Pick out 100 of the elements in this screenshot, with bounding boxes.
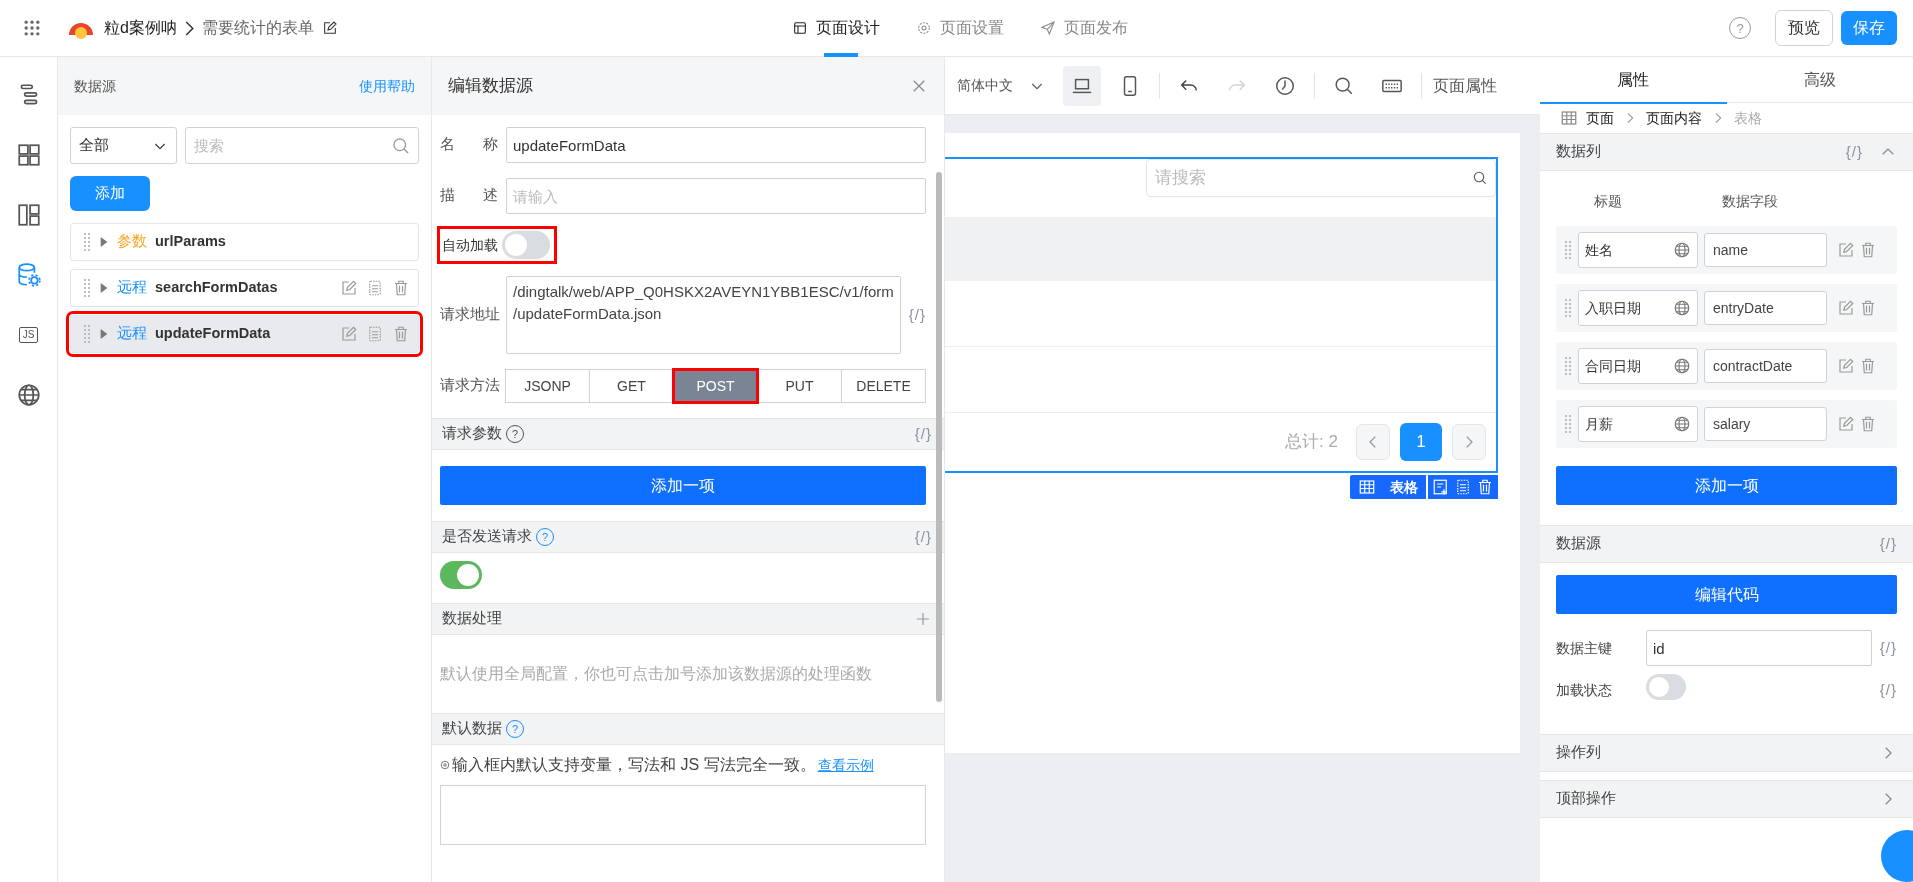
caret-right-icon[interactable] (99, 281, 109, 295)
field-input[interactable]: salary (1704, 407, 1827, 441)
drag-handle-icon[interactable] (83, 324, 91, 344)
trash-icon[interactable] (1859, 357, 1877, 375)
title-field[interactable]: 月薪 (1578, 406, 1698, 442)
datasource-name: searchFormDatas (155, 278, 279, 298)
method-option[interactable]: GET (589, 369, 674, 403)
datasource-name: updateFormData (155, 324, 272, 344)
panel-tab[interactable]: 高级 (1726, 57, 1913, 103)
language-select[interactable]: 简体中文 (957, 75, 1045, 96)
copy-icon[interactable] (1454, 478, 1472, 496)
text-field[interactable]: 请输入 (506, 178, 926, 214)
panel-title: 编辑数据源 (448, 75, 533, 98)
copy-icon[interactable] (366, 325, 384, 343)
note-text: 输入框内默认支持变量，写法和 JS 写法完全一致。 (452, 755, 816, 775)
page-tab[interactable]: 页面发布 (1021, 0, 1146, 57)
section-title: 默认数据 (442, 719, 502, 739)
drag-handle-icon[interactable] (83, 232, 91, 252)
caret-right-icon[interactable] (99, 327, 109, 341)
toggle-switch[interactable] (440, 561, 482, 589)
search-field[interactable]: 搜索 (184, 127, 419, 164)
scrollbar[interactable] (936, 172, 942, 702)
page-properties-button[interactable]: 页面属性 (1432, 72, 1498, 99)
field-input[interactable]: name (1704, 233, 1827, 267)
table-icon (1358, 478, 1376, 496)
drag-handle-icon[interactable] (1564, 414, 1572, 434)
datasource-item[interactable]: 远程 searchFormDatas (70, 269, 419, 307)
trash-icon[interactable] (1476, 478, 1494, 496)
field-label: 请求地址 (440, 305, 501, 325)
database-gear-icon (15, 262, 42, 288)
text-field[interactable]: updateFormData (506, 127, 926, 163)
add-item-button[interactable]: 添加一项 (440, 466, 926, 505)
component-label[interactable]: 表格 (1350, 475, 1426, 499)
trash-icon[interactable] (1859, 299, 1877, 317)
filter-select[interactable]: 全部 (70, 127, 177, 164)
drag-handle-icon[interactable] (1564, 356, 1572, 376)
caret-right-icon[interactable] (99, 235, 109, 249)
device-toggle[interactable] (1063, 65, 1101, 106)
drag-handle-icon[interactable] (83, 278, 91, 298)
search-icon (1472, 170, 1488, 186)
page-tab[interactable]: 页面设置 (897, 0, 1022, 57)
toggle-switch[interactable] (502, 231, 550, 259)
add-item-button[interactable]: 添加一项 (1556, 466, 1897, 505)
search-icon (391, 135, 411, 156)
layout-icon (791, 20, 808, 36)
total-count: 总计: 2 (1285, 431, 1338, 454)
app-grid-icon[interactable] (22, 18, 42, 38)
section-title: 顶部操作 (1556, 789, 1616, 809)
paper-plane-icon (1039, 20, 1056, 36)
next-page-button[interactable] (1452, 424, 1486, 460)
edit-icon[interactable] (321, 20, 338, 36)
datasource-type: 参数 (117, 232, 147, 252)
trash-icon[interactable] (392, 325, 410, 343)
search-icon (1333, 74, 1355, 97)
globe-icon (1673, 357, 1691, 375)
field-input[interactable]: contractDate (1704, 349, 1827, 383)
copy-icon[interactable] (366, 279, 384, 297)
breadcrumb-item[interactable]: 页面 (1586, 107, 1614, 129)
globe-icon (15, 382, 42, 408)
field-input[interactable]: entryDate (1704, 291, 1827, 325)
method-option[interactable]: POST (673, 369, 758, 403)
form-title: 需要统计的表单 (201, 18, 314, 38)
method-option[interactable]: DELETE (841, 369, 926, 403)
title-field[interactable]: 合同日期 (1578, 348, 1698, 384)
method-option[interactable]: JSONP (505, 369, 590, 403)
section-title: 请求参数 (442, 424, 502, 444)
layout-icon (15, 202, 42, 228)
preview-button[interactable]: 预览 (1775, 10, 1833, 46)
drag-handle-icon[interactable] (1564, 240, 1572, 260)
code-editor[interactable] (440, 785, 926, 845)
trash-icon[interactable] (1859, 415, 1877, 433)
drag-handle-icon[interactable] (1564, 298, 1572, 318)
page-tab[interactable]: 页面设计 (773, 0, 898, 57)
datasource-item[interactable]: 参数 urlParams (70, 223, 419, 261)
title-field[interactable]: 入职日期 (1578, 290, 1698, 326)
table-icon (1560, 109, 1578, 127)
url-field[interactable]: /dingtalk/web/APP_Q0HSKX2AVEYN1YBB1ESC/v1/form/updateFormData.json (506, 276, 901, 354)
trash-icon[interactable] (1859, 241, 1877, 259)
breadcrumb-item: 表格 (1734, 108, 1762, 128)
field-label: 名称 (440, 135, 498, 155)
globe-icon (1673, 241, 1691, 259)
previous-page-button[interactable] (1356, 424, 1390, 460)
plus-icon[interactable] (914, 610, 932, 628)
datasource-name: urlParams (155, 232, 227, 252)
text-field[interactable]: id (1646, 630, 1872, 666)
add-item-icon[interactable] (1432, 478, 1450, 496)
method-option[interactable]: PUT (757, 369, 842, 403)
toggle-switch[interactable] (1646, 674, 1686, 700)
panel-tab[interactable]: 属性 (1540, 57, 1727, 103)
edit-code-button[interactable]: 编辑代码 (1556, 575, 1897, 614)
globe-icon (1673, 415, 1691, 433)
datasource-type: 远程 (117, 324, 147, 344)
field-label: 加载状态 (1556, 680, 1613, 700)
app-name: 粒d案例呐 (104, 18, 177, 38)
section-title: 数据列 (1556, 142, 1601, 162)
section-title: 数据源 (1556, 534, 1601, 554)
search-field[interactable]: 请搜索 (1146, 159, 1496, 197)
title-field[interactable]: 姓名 (1578, 232, 1698, 268)
breadcrumb-item[interactable]: 页面内容 (1646, 107, 1702, 129)
trash-icon[interactable] (392, 279, 410, 297)
